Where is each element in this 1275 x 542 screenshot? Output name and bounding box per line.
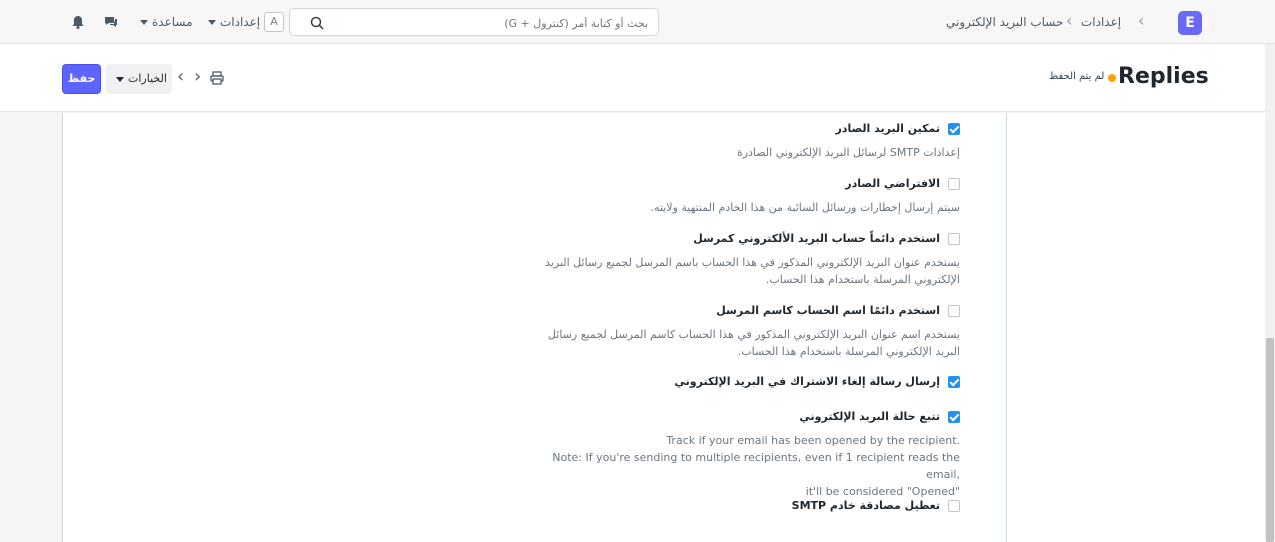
breadcrumb-settings[interactable]: إعدادات xyxy=(1081,15,1121,29)
chat-icon[interactable] xyxy=(103,14,119,30)
previous-record-icon[interactable]: ‹ xyxy=(177,68,184,86)
settings-dropdown[interactable]: إعدادات xyxy=(220,15,260,29)
app-logo[interactable]: E xyxy=(1178,11,1202,35)
options-label: الخيارات xyxy=(128,72,167,85)
next-record-icon[interactable]: › xyxy=(194,68,201,86)
field-label[interactable]: الافتراضي الصادر xyxy=(845,177,940,190)
field-description: إعدادات SMTP لرسائل البريد الإلكتروني ال… xyxy=(736,146,960,159)
help-dropdown[interactable]: مساعدة xyxy=(152,15,193,29)
default-outgoing-checkbox[interactable] xyxy=(948,178,960,190)
enable-outgoing-checkbox[interactable] xyxy=(948,123,960,135)
field-default-outgoing: الافتراضي الصادر سيتم إرسال إخطارات ورسا… xyxy=(530,177,960,216)
print-icon[interactable] xyxy=(210,71,224,85)
avatar[interactable]: A xyxy=(264,12,284,32)
field-always-use-account-name: استخدم دائمًا اسم الحساب كاسم المرسل يست… xyxy=(530,304,960,360)
chevron-down-icon xyxy=(208,20,216,25)
form-section: تمكين البريد الصادر إعدادات SMTP لرسائل … xyxy=(62,113,1007,542)
scrollbar-thumb[interactable] xyxy=(1266,338,1274,542)
chevron-down-icon xyxy=(140,20,148,25)
save-button[interactable]: حفظ xyxy=(62,64,101,94)
options-dropdown[interactable]: الخيارات xyxy=(106,64,172,94)
field-enable-outgoing: تمكين البريد الصادر إعدادات SMTP لرسائل … xyxy=(530,122,960,161)
field-send-unsubscribe: إرسال رسالة إلغاء الاشتراك في البريد الإ… xyxy=(530,375,960,391)
field-label[interactable]: تعطيل مصادقة خادم SMTP xyxy=(792,499,940,512)
description-line: Track if your email has been opened by t… xyxy=(666,434,960,447)
right-sidebar xyxy=(1007,113,1265,542)
search-bar[interactable] xyxy=(289,8,659,36)
page-header: حفظ الخيارات ‹ › Replies لم يتم الحفظ xyxy=(0,44,1275,112)
send-unsubscribe-checkbox[interactable] xyxy=(948,376,960,388)
field-track-email-status: تتبع حالة البريد الإلكتروني Track if you… xyxy=(530,410,960,500)
field-label[interactable]: استخدم دائمًا اسم الحساب كاسم المرسل xyxy=(716,304,940,317)
chevron-left-icon: ‹ xyxy=(1066,11,1073,30)
field-description: يستخدم اسم عنوان البريد الإلكتروني المذك… xyxy=(547,328,960,358)
always-use-account-email-checkbox[interactable] xyxy=(948,233,960,245)
field-disable-smtp-auth: تعطيل مصادقة خادم SMTP xyxy=(530,499,960,515)
track-email-status-checkbox[interactable] xyxy=(948,411,960,423)
chevron-left-icon: ‹ xyxy=(1138,11,1145,30)
description-line: it'll be considered "Opened" xyxy=(805,485,960,498)
page-title: Replies xyxy=(1118,64,1209,89)
disable-smtp-auth-checkbox[interactable] xyxy=(948,500,960,512)
top-navbar: E ‹ إعدادات ‹ حساب البريد الإلكتروني A إ… xyxy=(0,0,1275,44)
search-icon xyxy=(310,16,324,30)
field-description: سيتم إرسال إخطارات ورسائل السائبة من هذا… xyxy=(650,201,960,214)
status-indicator xyxy=(1108,74,1116,82)
field-always-use-account-email: استخدم دائماً حساب البريد الألكتروني كمر… xyxy=(530,232,960,288)
field-label[interactable]: إرسال رسالة إلغاء الاشتراك في البريد الإ… xyxy=(675,375,940,388)
field-label[interactable]: استخدم دائماً حساب البريد الألكتروني كمر… xyxy=(693,232,940,245)
search-input[interactable] xyxy=(328,13,648,33)
field-label[interactable]: تتبع حالة البريد الإلكتروني xyxy=(799,410,940,423)
always-use-account-name-checkbox[interactable] xyxy=(948,305,960,317)
chevron-down-icon xyxy=(116,77,124,82)
description-line: Note: If you're sending to multiple reci… xyxy=(552,451,960,481)
breadcrumb-email-account[interactable]: حساب البريد الإلكتروني xyxy=(946,15,1063,29)
field-label[interactable]: تمكين البريد الصادر xyxy=(835,122,940,135)
status-badge: لم يتم الحفظ xyxy=(1049,71,1105,82)
bell-icon[interactable] xyxy=(70,14,86,30)
field-description: Track if your email has been opened by t… xyxy=(530,432,960,500)
field-description: يستخدم عنوان البريد الإلكتروني المذكور ف… xyxy=(545,256,960,286)
